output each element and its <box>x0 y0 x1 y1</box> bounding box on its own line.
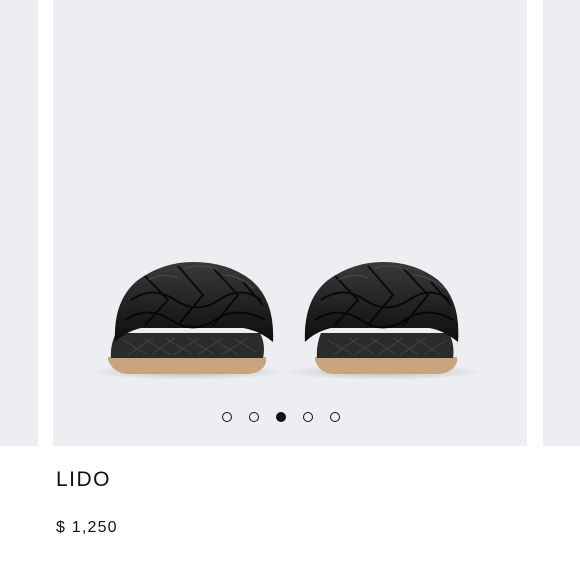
carousel-dot-2[interactable] <box>249 412 259 422</box>
product-page: LIDO $ 1,250 <box>0 0 580 580</box>
carousel-dot-5[interactable] <box>330 412 340 422</box>
product-price: $ 1,250 <box>56 519 118 536</box>
current-slide[interactable] <box>53 0 527 446</box>
carousel-dot-1[interactable] <box>222 412 232 422</box>
previous-slide-peek[interactable] <box>0 0 38 446</box>
left-sandal <box>88 262 288 380</box>
right-sandal <box>283 262 483 380</box>
product-image-carousel[interactable] <box>0 0 580 446</box>
carousel-pagination <box>222 412 340 426</box>
next-slide-peek[interactable] <box>543 0 580 446</box>
product-name[interactable]: LIDO <box>56 468 111 492</box>
sandals-product-image <box>88 262 483 380</box>
carousel-dot-4[interactable] <box>303 412 313 422</box>
carousel-dot-3-active[interactable] <box>276 412 286 422</box>
